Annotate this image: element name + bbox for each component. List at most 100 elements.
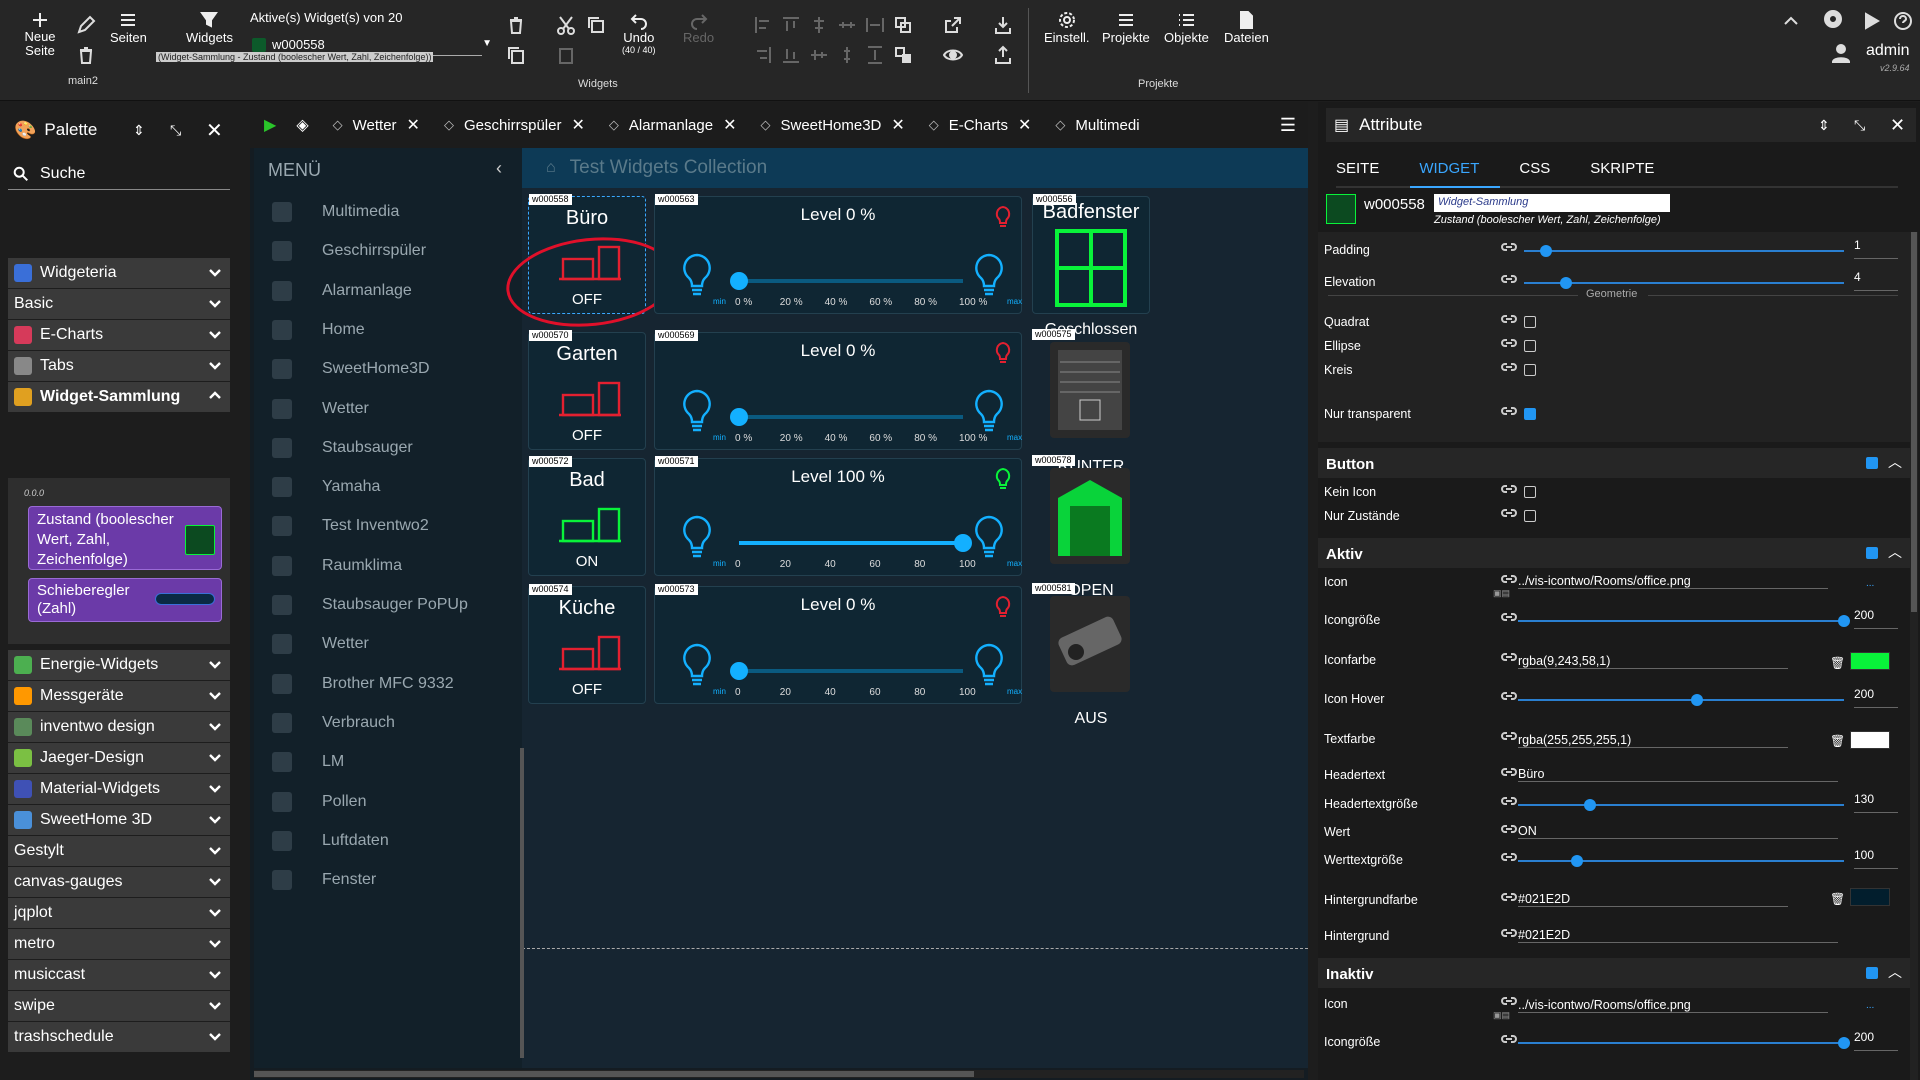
chevron-down-icon[interactable] xyxy=(208,719,222,733)
chevron-left-icon[interactable]: ‹ xyxy=(496,158,502,179)
property-slider-knob[interactable] xyxy=(1838,1037,1850,1049)
color-swatch[interactable] xyxy=(1850,652,1890,670)
palette-category[interactable]: Tabs xyxy=(8,351,230,381)
room-widget[interactable]: w000574 Küche OFF xyxy=(528,584,646,704)
menu-item[interactable]: Geschirrspüler xyxy=(254,231,522,271)
menu-item[interactable]: Yamaha xyxy=(254,467,522,507)
chevron-up-icon[interactable]: ︿ xyxy=(1888,962,1902,982)
property-slider-knob[interactable] xyxy=(1583,799,1596,811)
palette-category[interactable]: musiccast xyxy=(8,960,230,990)
menu-item[interactable]: LM xyxy=(254,742,522,782)
collapse-icon[interactable]: ⤡ xyxy=(170,122,181,139)
browse-icon[interactable]: ... xyxy=(1866,578,1874,589)
chevron-up-icon[interactable] xyxy=(208,389,222,403)
property-text[interactable]: Büro xyxy=(1518,767,1838,782)
distribute-v-icon[interactable] xyxy=(836,44,858,66)
view-tab[interactable]: ◇ Geschirrspüler ✕ xyxy=(444,115,585,135)
slider-knob[interactable] xyxy=(730,662,748,680)
property-slider[interactable] xyxy=(1518,804,1844,806)
settings-button[interactable]: Einstell. xyxy=(1044,10,1090,45)
level-slider-widget[interactable]: w000571 Level 100 % min max 0 20 40 60 80 100 xyxy=(654,456,1022,576)
trash-icon[interactable]: 🗑 xyxy=(1830,656,1845,670)
chevron-down-icon[interactable] xyxy=(208,843,222,857)
slider-knob[interactable] xyxy=(954,534,972,552)
chevron-down-icon[interactable] xyxy=(208,812,222,826)
property-text[interactable]: rgba(255,255,255,1) xyxy=(1518,733,1788,748)
attr-scrollbar[interactable] xyxy=(1910,232,1918,1080)
delete-page-icon[interactable] xyxy=(75,44,97,66)
color-swatch[interactable] xyxy=(1850,731,1890,749)
theme-icon[interactable] xyxy=(1822,8,1844,30)
export-icon[interactable] xyxy=(992,44,1014,66)
image-icon[interactable]: ▣▤ xyxy=(1493,588,1510,599)
tab-widget[interactable]: WIDGET xyxy=(1419,160,1479,177)
checkbox[interactable] xyxy=(1524,316,1536,328)
copy-icon[interactable] xyxy=(505,44,527,66)
duplicate-icon[interactable] xyxy=(585,14,607,36)
slider-knob[interactable] xyxy=(730,408,748,426)
menu-item[interactable]: SweetHome3D xyxy=(254,349,522,389)
chevron-down-icon[interactable] xyxy=(208,967,222,981)
device-widget[interactable]: w000581 AUS xyxy=(1032,583,1150,727)
palette-category[interactable]: Basic xyxy=(8,289,230,319)
section-aktiv[interactable]: Aktiv xyxy=(1318,538,1912,568)
chevron-down-icon[interactable] xyxy=(208,327,222,341)
chevron-down-icon[interactable] xyxy=(208,750,222,764)
menu-item[interactable]: Wetter xyxy=(254,389,522,429)
link-icon[interactable] xyxy=(1501,482,1521,504)
chevron-down-icon[interactable]: ▼ xyxy=(482,38,492,49)
menu-item[interactable]: Staubsauger PoPUp xyxy=(254,585,522,625)
property-slider[interactable] xyxy=(1524,282,1844,284)
menu-item[interactable]: Verbrauch xyxy=(254,703,522,743)
open-external-icon[interactable] xyxy=(942,14,964,36)
level-slider-widget[interactable]: w000573 Level 0 % min max 0 20 40 60 80 100 xyxy=(654,584,1022,704)
height-icon[interactable] xyxy=(864,44,886,66)
width-icon[interactable] xyxy=(864,14,886,36)
align-middle-icon[interactable] xyxy=(808,44,830,66)
color-swatch[interactable] xyxy=(1850,888,1890,906)
property-text[interactable]: #021E2D xyxy=(1518,928,1838,943)
slider-knob[interactable] xyxy=(730,272,748,290)
play-icon[interactable]: ▶ xyxy=(264,115,276,135)
checkbox[interactable] xyxy=(1524,364,1536,376)
palette-category[interactable]: Gestylt xyxy=(8,836,230,866)
view-tab[interactable]: ◇ Alarmanlage ✕ xyxy=(609,115,737,135)
palette-category[interactable]: jqplot xyxy=(8,898,230,928)
chevron-down-icon[interactable] xyxy=(208,265,222,279)
chevron-down-icon[interactable] xyxy=(208,1029,222,1043)
palette-category[interactable]: Jaeger-Design xyxy=(8,743,230,773)
collapse-icon[interactable]: ⤡ xyxy=(1854,117,1865,134)
level-slider-widget[interactable]: w000563 Level 0 % min max 0 % 20 % 40 % 60 % 80 … xyxy=(654,194,1022,314)
section-checkbox[interactable] xyxy=(1866,967,1878,979)
room-widget[interactable]: w000572 Bad ON xyxy=(528,456,646,576)
slider-track[interactable] xyxy=(739,669,963,673)
play-icon[interactable] xyxy=(1860,10,1882,32)
view-tab[interactable]: ◇ Wetter ✕ xyxy=(333,115,420,135)
property-slider-knob[interactable] xyxy=(1559,277,1572,289)
align-top-icon[interactable] xyxy=(780,14,802,36)
widget-item-schieberegler[interactable]: Schieberegler (Zahl) xyxy=(28,578,222,622)
palette-category[interactable]: E-Charts xyxy=(8,320,230,350)
room-widget[interactable]: w000570 Garten OFF xyxy=(528,330,646,450)
property-slider-knob[interactable] xyxy=(1838,615,1850,627)
chevron-down-icon[interactable] xyxy=(208,358,222,372)
property-slider[interactable] xyxy=(1524,250,1844,252)
menu-item[interactable]: Luftdaten xyxy=(254,821,522,861)
checkbox[interactable] xyxy=(1524,510,1536,522)
trash-icon[interactable]: 🗑 xyxy=(1830,892,1845,906)
property-slider[interactable] xyxy=(1518,699,1844,701)
palette-category[interactable]: Widget-Sammlung xyxy=(8,382,230,412)
menu-item[interactable]: Test Inventwo2 xyxy=(254,506,522,546)
trash-icon[interactable]: 🗑 xyxy=(1830,734,1845,748)
device-widget[interactable]: w000556 Badfenster Geschlossen xyxy=(1032,194,1150,338)
layers-icon[interactable]: ◈ xyxy=(296,115,308,135)
palette-category[interactable]: trashschedule xyxy=(8,1022,230,1052)
palette-category[interactable]: Energie-Widgets xyxy=(8,650,230,680)
chevron-down-icon[interactable] xyxy=(208,688,222,702)
new-page-button[interactable]: Neue Seite xyxy=(22,10,58,58)
property-slider[interactable] xyxy=(1518,1042,1844,1044)
delete-widget-icon[interactable] xyxy=(505,14,527,36)
edit-icon[interactable] xyxy=(75,14,97,36)
close-icon[interactable]: ✕ xyxy=(206,118,223,143)
chevron-up-icon[interactable]: ︿ xyxy=(1888,542,1902,562)
